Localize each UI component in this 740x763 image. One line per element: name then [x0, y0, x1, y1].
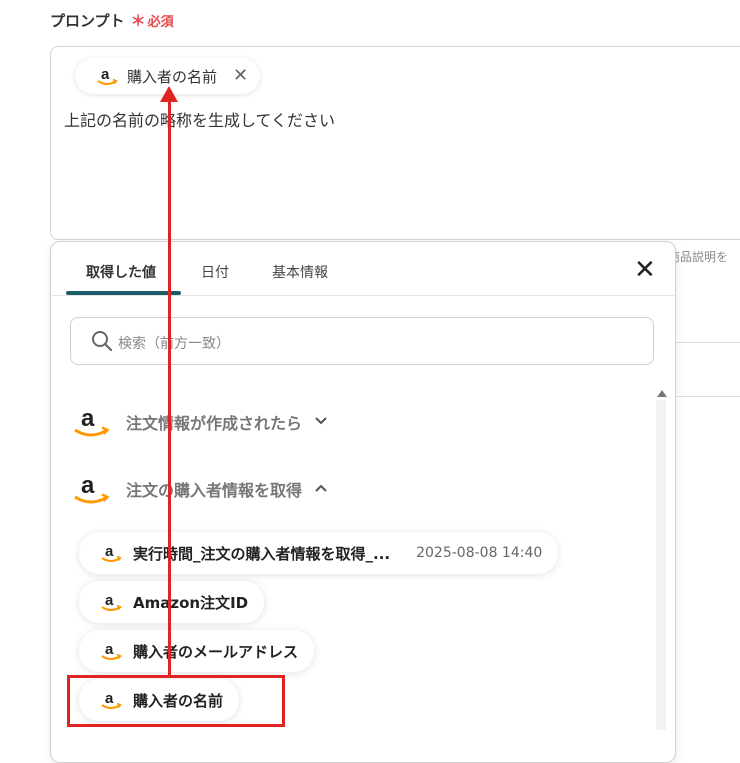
- chevron-down-icon: [314, 414, 328, 430]
- svg-text:a: a: [81, 472, 95, 499]
- amazon-logo-icon: a: [74, 405, 110, 437]
- value-item-execution-time[interactable]: a 実行時間_注文の購入者情報を取得_... 2025-08-08 14:40: [79, 532, 559, 574]
- chip-label: 購入者の名前: [127, 67, 218, 86]
- amazon-logo-icon: a: [101, 592, 122, 611]
- svg-text:a: a: [101, 66, 110, 83]
- scrollbar-track[interactable]: [656, 400, 666, 730]
- svg-text:a: a: [81, 405, 95, 432]
- required-text: 必須: [147, 15, 174, 30]
- value-item-label: 実行時間_注文の購入者情報を取得_...: [133, 544, 391, 563]
- scroll-up-arrow-icon[interactable]: [657, 390, 667, 397]
- background-hint-text: 商品説明を: [668, 250, 729, 264]
- amazon-logo-icon: a: [97, 66, 118, 85]
- svg-text:a: a: [105, 641, 114, 658]
- value-item-label: 購入者のメールアドレス: [133, 642, 299, 661]
- chevron-up-icon: [314, 481, 328, 497]
- group-label: 注文情報が作成されたら: [126, 414, 303, 433]
- value-item-label: Amazon注文ID: [133, 593, 249, 612]
- prompt-label-text: プロンプト: [50, 12, 125, 30]
- divider: [675, 342, 740, 343]
- tab-acquired-values[interactable]: 取得した値: [86, 262, 156, 282]
- value-item-date: 2025-08-08 14:40: [416, 545, 543, 561]
- search-placeholder: 検索（前方一致）: [118, 336, 230, 352]
- search-icon: [92, 331, 113, 352]
- value-item-buyer-email[interactable]: a 購入者のメールアドレス: [79, 630, 315, 672]
- tabs-divider: [50, 295, 674, 296]
- tab-date[interactable]: 日付: [201, 262, 229, 282]
- amazon-logo-icon: a: [101, 543, 122, 562]
- svg-text:a: a: [105, 543, 114, 560]
- active-tab-indicator: [66, 291, 181, 295]
- annotation-highlight-box: [67, 675, 285, 727]
- group-label: 注文の購入者情報を取得: [126, 481, 303, 500]
- required-asterisk: ＊: [130, 12, 146, 30]
- amazon-logo-icon: a: [74, 472, 110, 504]
- divider: [675, 396, 740, 397]
- value-item-amazon-order-id[interactable]: a Amazon注文ID: [79, 581, 265, 623]
- prompt-text: 上記の名前の略称を生成してください: [64, 111, 336, 130]
- group-buyer-info[interactable]: a 注文の購入者情報を取得: [72, 471, 328, 507]
- annotation-arrow-head-icon: [160, 86, 178, 102]
- amazon-logo-icon: a: [101, 641, 122, 660]
- tab-basic-info[interactable]: 基本情報: [272, 262, 328, 282]
- prompt-label: プロンプト ＊必須: [50, 10, 174, 31]
- group-order-created[interactable]: a 注文情報が作成されたら: [72, 404, 328, 440]
- svg-text:a: a: [105, 592, 114, 609]
- annotation-arrow-line: [168, 98, 171, 675]
- close-icon[interactable]: ✕: [634, 257, 656, 283]
- chip-remove-icon[interactable]: ✕: [233, 67, 248, 85]
